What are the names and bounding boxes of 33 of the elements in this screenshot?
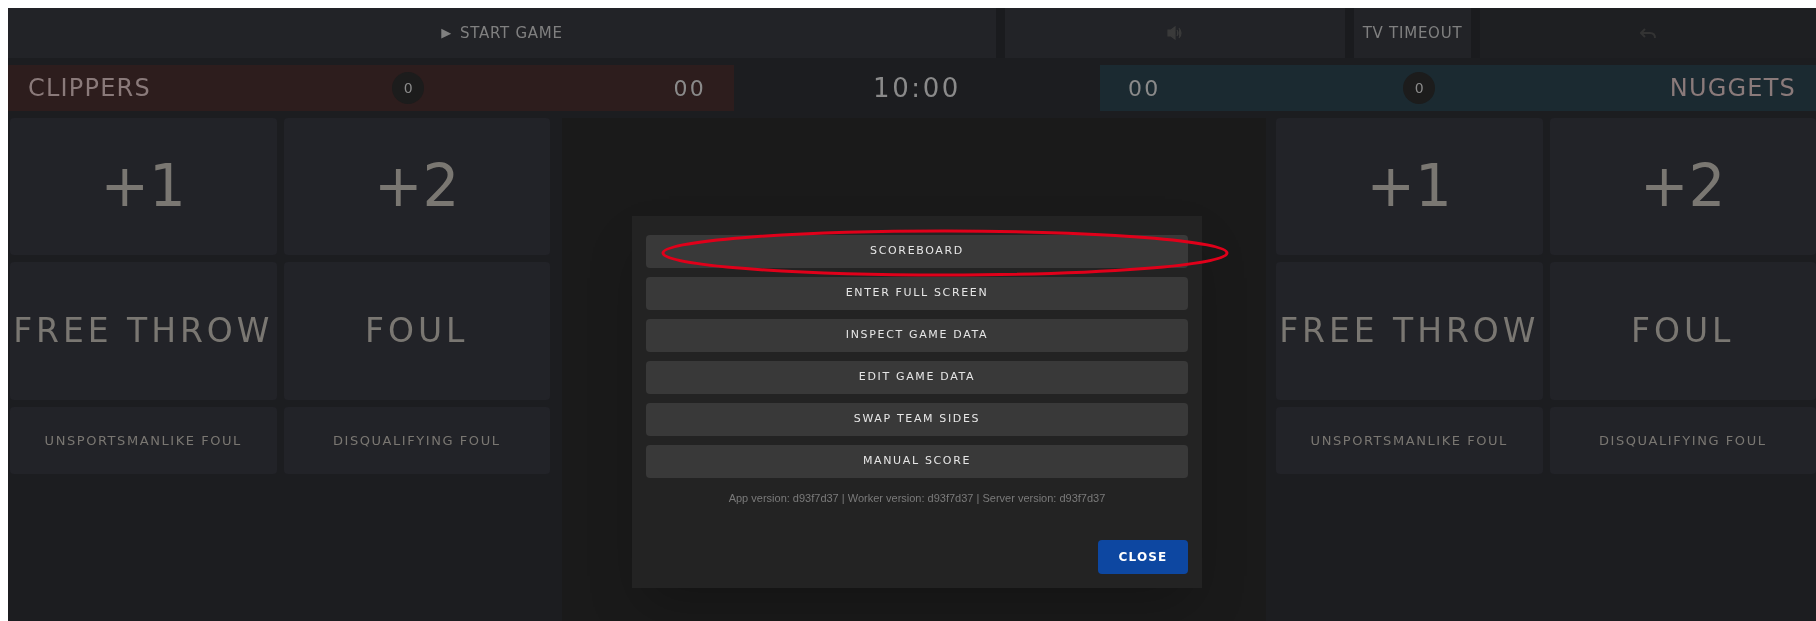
score-action-button[interactable]: DISQUALIFYING FOUL bbox=[283, 407, 550, 474]
menu-button[interactable]: SCOREBOARD bbox=[646, 235, 1188, 268]
score-action-button[interactable]: FREE THROW bbox=[10, 262, 277, 400]
fouls-counter: 0 bbox=[392, 72, 425, 104]
fouls-counter: 0 bbox=[1403, 72, 1436, 104]
score-action-button[interactable]: FREE THROW bbox=[1276, 262, 1543, 400]
score-action-button[interactable]: +2 bbox=[283, 118, 550, 255]
team-name: CLIPPERS bbox=[27, 73, 152, 104]
timeouts-counter: 00 bbox=[672, 74, 707, 103]
menu-button[interactable]: MANUAL SCORE bbox=[646, 445, 1188, 478]
score-action-button[interactable]: +1 bbox=[1276, 118, 1543, 255]
close-button[interactable]: CLOSE bbox=[1098, 540, 1188, 574]
score-action-button[interactable]: FOUL bbox=[283, 262, 550, 400]
menu-button[interactable]: ENTER FULL SCREEN bbox=[646, 277, 1188, 310]
play-icon: ▶ bbox=[441, 23, 452, 43]
speaker-icon bbox=[1167, 26, 1183, 40]
menu-button[interactable]: EDIT GAME DATA bbox=[646, 361, 1188, 394]
score-action-button[interactable]: UNSPORTSMANLIKE FOUL bbox=[10, 407, 277, 474]
score-action-button[interactable]: +2 bbox=[1549, 118, 1816, 255]
score-action-button[interactable]: +1 bbox=[10, 118, 277, 255]
game-clock: 10:00 bbox=[872, 71, 962, 105]
volume-button[interactable] bbox=[1005, 8, 1345, 58]
menu-button[interactable]: INSPECT GAME DATA bbox=[646, 319, 1188, 352]
undo-button[interactable] bbox=[1480, 8, 1816, 58]
score-action-button[interactable]: DISQUALIFYING FOUL bbox=[1549, 407, 1816, 474]
team-name: NUGGETS bbox=[1668, 73, 1797, 104]
start-game-button[interactable]: ▶ START GAME bbox=[8, 8, 996, 58]
tv-timeout-button[interactable]: TV TIMEOUT bbox=[1354, 8, 1471, 58]
version-info: App version: d93f7d37 | Worker version: d93f7d37 | Server version: d93f7d37 bbox=[727, 491, 1107, 506]
timeouts-counter: 00 bbox=[1127, 74, 1162, 103]
menu-button[interactable]: SWAP TEAM SIDES bbox=[646, 403, 1188, 436]
score-action-button[interactable]: FOUL bbox=[1549, 262, 1816, 400]
score-action-button[interactable]: UNSPORTSMANLIKE FOUL bbox=[1276, 407, 1543, 474]
